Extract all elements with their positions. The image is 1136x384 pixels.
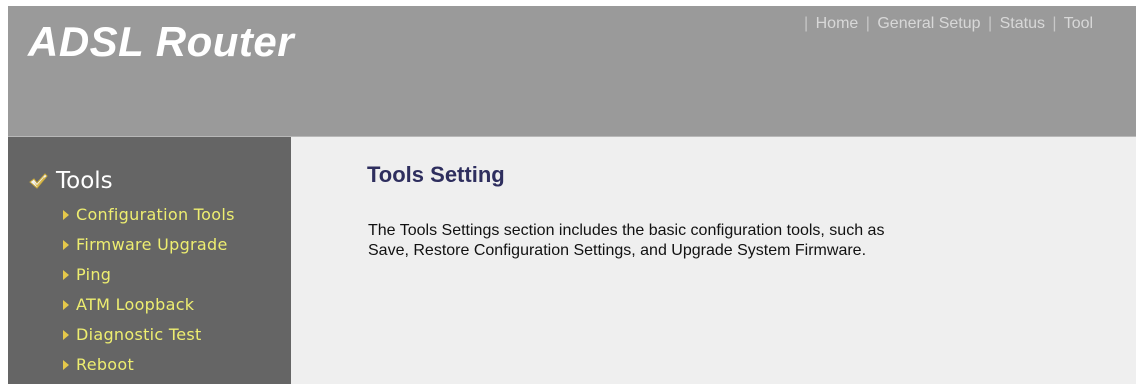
sidebar-title: Tools bbox=[28, 168, 113, 194]
sidebar-item-ping[interactable]: Ping bbox=[63, 260, 235, 290]
checkmark-icon bbox=[29, 173, 48, 189]
brand-title: ADSL Router bbox=[28, 18, 295, 65]
sidebar-item-label: Firmware Upgrade bbox=[76, 235, 228, 254]
sidebar-item-label: ATM Loopback bbox=[76, 295, 195, 314]
app-frame: ADSL Router | Home | General Setup | Sta… bbox=[8, 6, 1136, 384]
main-content: Tools Setting The Tools Settings section… bbox=[291, 137, 1136, 384]
sidebar-menu: Configuration Tools Firmware Upgrade Pin… bbox=[63, 200, 235, 380]
description-line: The Tools Settings section includes the … bbox=[368, 222, 885, 239]
arrow-right-icon bbox=[63, 300, 69, 310]
top-nav: | Home | General Setup | Status | Tool bbox=[801, 15, 1093, 33]
page-description: The Tools Settings section includes the … bbox=[368, 221, 1048, 261]
header: ADSL Router | Home | General Setup | Sta… bbox=[8, 6, 1136, 137]
nav-general-setup-link[interactable]: General Setup bbox=[877, 15, 980, 32]
arrow-right-icon bbox=[63, 270, 69, 280]
arrow-right-icon bbox=[63, 240, 69, 250]
sidebar-item-label: Reboot bbox=[76, 355, 135, 374]
nav-separator: | bbox=[988, 15, 993, 32]
sidebar-item-diagnostic-test[interactable]: Diagnostic Test bbox=[63, 320, 235, 350]
arrow-right-icon bbox=[63, 330, 69, 340]
nav-separator: | bbox=[865, 15, 870, 32]
page-title: Tools Setting bbox=[367, 162, 505, 187]
nav-tool-link[interactable]: Tool bbox=[1064, 15, 1093, 32]
sidebar-item-firmware-upgrade[interactable]: Firmware Upgrade bbox=[63, 230, 235, 260]
arrow-right-icon bbox=[63, 360, 69, 370]
nav-home-link[interactable]: Home bbox=[816, 15, 859, 32]
arrow-right-icon bbox=[63, 210, 69, 220]
sidebar-item-atm-loopback[interactable]: ATM Loopback bbox=[63, 290, 235, 320]
sidebar-item-configuration-tools[interactable]: Configuration Tools bbox=[63, 200, 235, 230]
sidebar: Tools Configuration Tools Firmware Upgra… bbox=[8, 137, 291, 384]
nav-separator: | bbox=[804, 15, 809, 32]
sidebar-item-reboot[interactable]: Reboot bbox=[63, 350, 235, 380]
description-line: Save, Restore Configuration Settings, an… bbox=[368, 242, 867, 259]
sidebar-item-label: Ping bbox=[76, 265, 112, 284]
sidebar-title-text: Tools bbox=[56, 168, 113, 194]
nav-status-link[interactable]: Status bbox=[1000, 15, 1045, 32]
sidebar-item-label: Configuration Tools bbox=[76, 205, 235, 224]
nav-separator: | bbox=[1052, 15, 1057, 32]
sidebar-item-label: Diagnostic Test bbox=[76, 325, 202, 344]
